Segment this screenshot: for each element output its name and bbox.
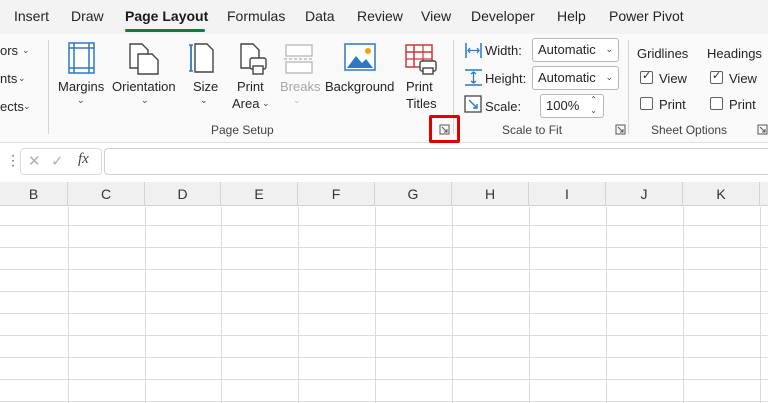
orientation-icon — [129, 43, 159, 75]
sheet-options-dialog-launcher[interactable] — [757, 124, 768, 135]
themes-effects-button[interactable]: ects — [0, 99, 24, 114]
formula-input[interactable] — [104, 148, 768, 175]
more-options-icon[interactable]: ⋮ — [6, 152, 20, 169]
active-tab-indicator — [125, 29, 205, 32]
print-area-label-1: Print — [237, 79, 264, 94]
tab-page-layout[interactable]: Page Layout — [125, 8, 208, 24]
excel-window: Insert Draw Page Layout Formulas Data Re… — [0, 0, 768, 403]
column-header-k[interactable]: K — [683, 182, 760, 206]
margins-icon — [68, 42, 95, 74]
chevron-down-icon: ⌄ — [293, 95, 301, 105]
headings-print-label: Print — [729, 97, 756, 112]
enter-icon[interactable]: ✓ — [51, 152, 64, 170]
chevron-down-icon: ⌄ — [262, 98, 270, 108]
gridlines-view-checkbox[interactable]: ✓ — [640, 70, 653, 84]
chevron-down-icon: ⌄ — [23, 101, 31, 111]
column-header-e[interactable]: E — [221, 182, 298, 206]
print-area-label-2: Area — [232, 96, 260, 111]
tab-draw[interactable]: Draw — [71, 8, 104, 24]
scale-stepper[interactable]: 100% ⌃ ⌄ — [540, 94, 604, 118]
menu-bar: Insert Draw Page Layout Formulas Data Re… — [0, 0, 768, 34]
highlight-annotation — [429, 115, 460, 143]
headings-view-checkbox[interactable]: ✓ — [710, 70, 723, 84]
chevron-down-icon: ⌄ — [77, 95, 85, 105]
breaks-label: Breaks — [280, 79, 321, 94]
cancel-icon[interactable]: ✕ — [28, 152, 41, 170]
column-header-g[interactable]: G — [375, 182, 452, 206]
height-value: Automatic — [538, 70, 596, 85]
chevron-down-icon: ⌄ — [200, 95, 208, 105]
gridlines-heading: Gridlines — [637, 46, 689, 61]
gridlines-print-label: Print — [659, 97, 686, 112]
scale-icon — [464, 95, 482, 113]
print-titles-label-1: Print — [406, 79, 433, 94]
tab-view[interactable]: View — [421, 8, 451, 24]
dialog-launcher-icon — [757, 124, 768, 135]
column-header-j[interactable]: J — [606, 182, 683, 206]
width-dropdown[interactable]: Automatic ⌄ — [532, 38, 619, 62]
print-titles-icon — [405, 44, 437, 75]
column-headers: B C D E F G H I J K — [0, 182, 768, 206]
column-header-d[interactable]: D — [145, 182, 221, 206]
formula-actions: ✕ ✓ fx — [20, 148, 102, 175]
height-label: Height: — [485, 71, 527, 86]
headings-heading: Headings — [707, 46, 762, 61]
chevron-down-icon: ⌄ — [141, 95, 149, 105]
column-header-c[interactable]: C — [68, 182, 145, 206]
group-divider — [48, 40, 49, 134]
tab-formulas[interactable]: Formulas — [227, 8, 285, 24]
chevron-down-icon: ⌄ — [605, 44, 613, 54]
ribbon: ors ⌄ nts ⌄ ects ⌄ Margins ⌄ Orientation… — [0, 34, 768, 143]
dialog-launcher-icon — [615, 124, 626, 135]
scale-label: Scale: — [485, 99, 522, 114]
insert-function-button[interactable]: fx — [78, 151, 89, 168]
themes-fonts-button[interactable]: nts — [0, 71, 17, 86]
width-label: Width: — [485, 43, 522, 58]
tab-data[interactable]: Data — [305, 8, 335, 24]
background-image-icon — [344, 43, 376, 71]
checkmark-icon: ✓ — [712, 70, 722, 82]
background-label: Background — [325, 79, 395, 94]
scale-to-fit-dialog-launcher[interactable] — [615, 124, 626, 135]
print-titles-label-2: Titles — [406, 96, 437, 111]
page-setup-group-label: Page Setup — [211, 123, 274, 137]
sheet-options-group-label: Sheet Options — [651, 123, 728, 137]
formula-bar: ⋮ ✕ ✓ fx — [0, 143, 768, 180]
themes-colors-button[interactable]: ors — [0, 43, 18, 58]
print-area-icon — [240, 43, 267, 75]
chevron-down-icon: ⌄ — [18, 73, 26, 83]
height-icon — [465, 69, 482, 86]
column-header-i[interactable]: I — [529, 182, 606, 206]
checkmark-icon: ✓ — [642, 70, 652, 82]
column-header-f[interactable]: F — [298, 182, 375, 206]
page-breaks-icon — [284, 44, 314, 74]
column-header-h[interactable]: H — [452, 182, 529, 206]
size-label: Size — [193, 79, 219, 94]
tab-help[interactable]: Help — [557, 8, 586, 24]
headings-print-checkbox[interactable] — [710, 97, 723, 110]
tab-power-pivot[interactable]: Power Pivot — [609, 8, 684, 24]
chevron-down-icon: ⌄ — [22, 45, 30, 55]
headings-view-label: View — [729, 71, 757, 86]
height-dropdown[interactable]: Automatic ⌄ — [532, 66, 619, 90]
chevron-down-icon: ⌄ — [605, 72, 613, 82]
width-value: Automatic — [538, 42, 596, 57]
gridlines-print-checkbox[interactable] — [640, 97, 653, 110]
margins-label: Margins — [58, 79, 105, 94]
stepper-down-icon[interactable]: ⌄ — [590, 106, 597, 116]
orientation-label: Orientation — [112, 79, 176, 94]
group-divider — [628, 40, 629, 134]
tab-developer[interactable]: Developer — [471, 8, 535, 24]
tab-insert[interactable]: Insert — [14, 8, 49, 24]
gridlines-view-label: View — [659, 71, 687, 86]
page-size-icon — [189, 43, 214, 73]
column-header-b[interactable]: B — [0, 182, 68, 206]
scale-to-fit-group-label: Scale to Fit — [502, 123, 563, 137]
scale-value: 100% — [546, 98, 580, 113]
stepper-up-icon[interactable]: ⌃ — [590, 95, 597, 105]
tab-review[interactable]: Review — [357, 8, 403, 24]
cell-grid[interactable] — [0, 207, 768, 403]
width-icon — [465, 43, 482, 58]
